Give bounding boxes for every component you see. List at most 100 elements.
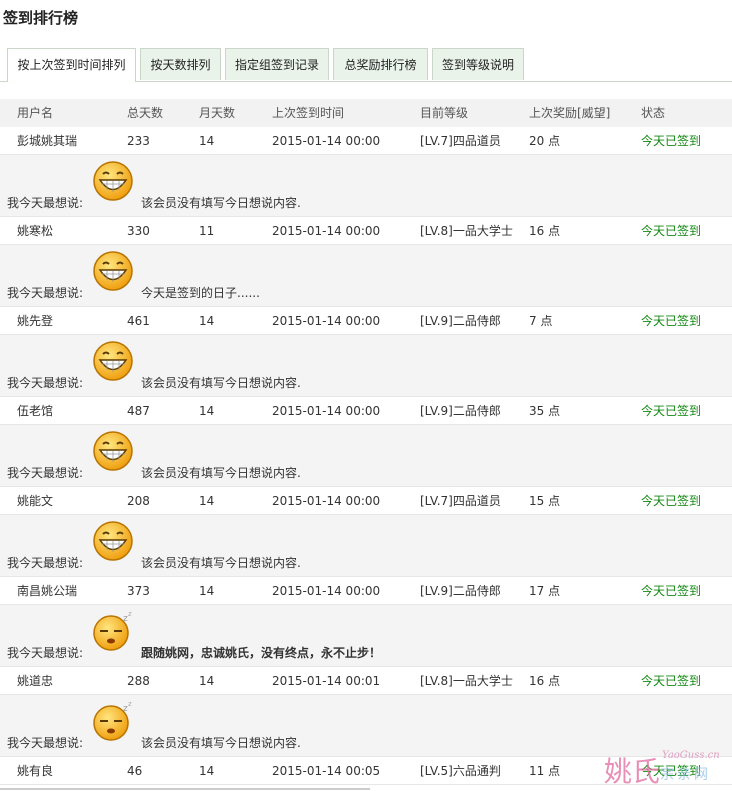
table-row: 姚有良 46 14 2015-01-14 00:05 [LV.5]六品通判 11 点 今天已… xyxy=(0,757,732,785)
cell-username[interactable]: 伍老馆 xyxy=(17,397,53,425)
header-month-days: 月天数 xyxy=(199,106,236,120)
message-label: 我今天最想说: xyxy=(7,376,84,390)
cell-level: [LV.9]二品侍郎 xyxy=(420,584,501,598)
message-label: 我今天最想说: xyxy=(7,286,84,300)
cell-last-time: 2015-01-14 00:00 xyxy=(272,314,381,328)
cell-last-time: 2015-01-14 00:05 xyxy=(272,764,381,778)
cell-total-days: 46 xyxy=(127,764,143,778)
message-text: 该会员没有填写今日想说内容. xyxy=(141,556,301,570)
message-label: 我今天最想说: xyxy=(7,736,84,750)
message-row: 我今天最想说: 今天是签到的日子...... xyxy=(0,245,732,307)
header-total-days: 总天数 xyxy=(127,106,164,120)
tab-sort-by-last-time[interactable]: 按上次签到时间排列 xyxy=(7,48,136,82)
message-text: 该会员没有填写今日想说内容. xyxy=(141,466,301,480)
header-status: 状态 xyxy=(641,106,666,120)
cell-month-days: 14 xyxy=(199,314,215,328)
cell-level: [LV.9]二品侍郎 xyxy=(420,404,501,418)
cell-month-days: 14 xyxy=(199,404,215,418)
cell-status: 今天已签到 xyxy=(641,314,702,328)
cell-month-days: 14 xyxy=(199,764,215,778)
table-row: 南昌姚公瑞 373 14 2015-01-14 00:00 [LV.9]二品侍郎 17 点… xyxy=(0,577,732,605)
cell-status: 今天已签到 xyxy=(641,134,702,148)
message-text: 该会员没有填写今日想说内容. xyxy=(141,736,301,750)
cell-status: 今天已签到 xyxy=(641,224,702,238)
message-label: 我今天最想说: xyxy=(7,466,84,480)
message-text: 跟随姚网，忠诚姚氏，没有终点，永不止步！ xyxy=(141,646,382,660)
cell-last-time: 2015-01-14 00:00 xyxy=(272,134,381,148)
message-row: 我今天最想说: z z 该会员没有填写今日想说内容. xyxy=(0,695,732,757)
cell-last-time: 2015-01-14 00:01 xyxy=(272,674,381,688)
cell-username[interactable]: 姚先登 xyxy=(17,307,53,335)
svg-text:z: z xyxy=(128,610,132,618)
cell-reward: 16 点 xyxy=(529,674,561,688)
grin-icon xyxy=(91,339,135,383)
tab-group-records[interactable]: 指定组签到记录 xyxy=(225,48,329,80)
cell-username[interactable]: 姚有良 xyxy=(17,757,53,785)
cell-username[interactable]: 姚能文 xyxy=(17,487,53,515)
table-row: 姚先登 461 14 2015-01-14 00:00 [LV.9]二品侍郎 7 点 今天已… xyxy=(0,307,732,335)
cell-total-days: 461 xyxy=(127,314,150,328)
table-row: 姚寒松 330 11 2015-01-14 00:00 [LV.8]一品大学士 16 点 今… xyxy=(0,217,732,245)
cell-month-days: 14 xyxy=(199,494,215,508)
header-level: 目前等级 xyxy=(420,106,469,120)
message-row: 我今天最想说: z z 跟随姚网，忠诚姚氏，没有终点，永不止步！ xyxy=(0,605,732,667)
message-row: 我今天最想说: 该会员没有填写今日想说内容. xyxy=(0,335,732,397)
table-row: 姚能文 208 14 2015-01-14 00:00 [LV.7]四品道员 15 点 今天… xyxy=(0,487,732,515)
ranking-table: 用户名 总天数 月天数 上次签到时间 目前等级 上次奖励[威望] 状态 彭城姚其… xyxy=(0,99,732,785)
cell-username[interactable]: 姚道忠 xyxy=(17,667,53,695)
cell-reward: 15 点 xyxy=(529,494,561,508)
message-row: 我今天最想说: 该会员没有填写今日想说内容. xyxy=(0,425,732,487)
table-row: 彭城姚其瑞 233 14 2015-01-14 00:00 [LV.7]四品道员 20 点… xyxy=(0,127,732,155)
cell-level: [LV.5]六品通判 xyxy=(420,764,501,778)
cell-total-days: 288 xyxy=(127,674,150,688)
cell-last-time: 2015-01-14 00:00 xyxy=(272,224,381,238)
tab-bar: 按上次签到时间排列 按天数排列 指定组签到记录 总奖励排行榜 签到等级说明 xyxy=(0,48,732,82)
cell-reward: 17 点 xyxy=(529,584,561,598)
grin-icon xyxy=(91,159,135,203)
cell-last-time: 2015-01-14 00:00 xyxy=(272,404,381,418)
cell-status: 今天已签到 xyxy=(641,584,702,598)
message-label: 我今天最想说: xyxy=(7,646,84,660)
cell-level: [LV.8]一品大学士 xyxy=(420,224,513,238)
cell-total-days: 233 xyxy=(127,134,150,148)
cell-status: 今天已签到 xyxy=(641,494,702,508)
tab-level-info[interactable]: 签到等级说明 xyxy=(432,48,524,80)
cell-status: 今天已签到 xyxy=(641,674,702,688)
message-text: 该会员没有填写今日想说内容. xyxy=(141,376,301,390)
tab-reward-ranking[interactable]: 总奖励排行榜 xyxy=(333,48,428,80)
cell-level: [LV.7]四品道员 xyxy=(420,134,501,148)
sleepy-icon: zz xyxy=(91,609,135,653)
cell-level: [LV.8]一品大学士 xyxy=(420,674,513,688)
cell-username[interactable]: 姚寒松 xyxy=(17,217,53,245)
cell-level: [LV.7]四品道员 xyxy=(420,494,501,508)
cell-reward: 11 点 xyxy=(529,764,561,778)
horizontal-scrollbar[interactable] xyxy=(0,788,370,790)
table-header: 用户名 总天数 月天数 上次签到时间 目前等级 上次奖励[威望] 状态 xyxy=(0,99,732,127)
cell-month-days: 14 xyxy=(199,674,215,688)
header-username: 用户名 xyxy=(17,106,54,120)
page-title: 签到排行榜 xyxy=(3,9,79,27)
table-row: 伍老馆 487 14 2015-01-14 00:00 [LV.9]二品侍郎 35 点 今天… xyxy=(0,397,732,425)
cell-reward: 16 点 xyxy=(529,224,561,238)
cell-username[interactable]: 南昌姚公瑞 xyxy=(17,577,77,605)
message-text: 该会员没有填写今日想说内容. xyxy=(141,196,301,210)
message-row: 我今天最想说: 该会员没有填写今日想说内容. xyxy=(0,515,732,577)
cell-status: 今天已签到 xyxy=(641,404,702,418)
cell-total-days: 487 xyxy=(127,404,150,418)
cell-reward: 20 点 xyxy=(529,134,561,148)
grin-icon xyxy=(91,429,135,473)
header-last-time: 上次签到时间 xyxy=(272,106,345,120)
cell-total-days: 373 xyxy=(127,584,150,598)
cell-reward: 35 点 xyxy=(529,404,561,418)
cell-username[interactable]: 彭城姚其瑞 xyxy=(17,127,77,155)
cell-month-days: 14 xyxy=(199,134,215,148)
svg-text:z: z xyxy=(128,700,132,708)
header-reward: 上次奖励[威望] xyxy=(529,106,611,120)
message-row: 我今天最想说: 该会员没有填写今日想说内容. xyxy=(0,155,732,217)
cell-level: [LV.9]二品侍郎 xyxy=(420,314,501,328)
sleepy-icon: zz xyxy=(91,699,135,743)
tab-sort-by-days[interactable]: 按天数排列 xyxy=(140,48,221,80)
cell-last-time: 2015-01-14 00:00 xyxy=(272,584,381,598)
message-label: 我今天最想说: xyxy=(7,556,84,570)
cell-status: 今天已签到 xyxy=(641,764,702,778)
